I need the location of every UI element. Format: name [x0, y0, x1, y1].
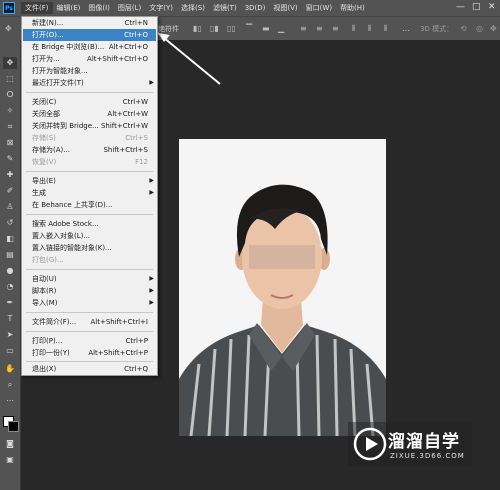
menu-item-close[interactable]: 关闭(C) Ctrl+W: [23, 96, 156, 108]
submenu-arrow-icon: ▶: [149, 299, 154, 306]
menu-item-share-on-behance[interactable]: 在 Behance 上共享(D)...: [23, 199, 156, 211]
file-menu-dropdown: 新建(N)... Ctrl+N 打开(O)... Ctrl+O 在 Bridge 中…: [21, 16, 158, 376]
watermark-title: 溜溜自学: [388, 432, 460, 452]
submenu-arrow-icon: ▶: [149, 287, 154, 294]
menu-item-automate[interactable]: 自动(U) ▶: [23, 273, 156, 285]
menu-item-close-and-go-to-bridge[interactable]: 关闭并转到 Bridge... Shift+Ctrl+W: [23, 120, 156, 132]
menu-item-import[interactable]: 导入(M) ▶: [23, 297, 156, 309]
submenu-arrow-icon: ▶: [149, 79, 154, 86]
menu-item-print-one-copy[interactable]: 打印一份(Y) Alt+Shift+Ctrl+P: [23, 347, 156, 359]
menu-item-export[interactable]: 导出(E) ▶: [23, 175, 156, 187]
menu-item-generate[interactable]: 生成 ▶: [23, 187, 156, 199]
menu-item-open[interactable]: 打开(O)... Ctrl+O: [23, 29, 156, 41]
menu-item-open-as[interactable]: 打开为... Alt+Shift+Ctrl+O: [23, 53, 156, 65]
menu-item-browse-in-bridge[interactable]: 在 Bridge 中浏览(B)... Alt+Ctrl+O: [23, 41, 156, 53]
menu-separator: [26, 171, 153, 172]
menu-item-file-info[interactable]: 文件简介(F)... Alt+Shift+Ctrl+I: [23, 316, 156, 328]
menu-item-close-all[interactable]: 关闭全部 Alt+Ctrl+W: [23, 108, 156, 120]
menu-item-print[interactable]: 打印(P)... Ctrl+P: [23, 335, 156, 347]
menu-item-place-embedded[interactable]: 置入嵌入对象(L)...: [23, 230, 156, 242]
menu-item-open-as-smart-object[interactable]: 打开为智能对象...: [23, 65, 156, 77]
play-logo-icon: [353, 427, 387, 461]
menu-separator: [26, 312, 153, 313]
menu-separator: [26, 361, 153, 362]
menu-item-scripts[interactable]: 脚本(R) ▶: [23, 285, 156, 297]
menu-separator: [26, 92, 153, 93]
menu-item-open-recent[interactable]: 最近打开文件(T) ▶: [23, 77, 156, 89]
menu-item-place-linked[interactable]: 置入链接的智能对象(K)...: [23, 242, 156, 254]
menu-item-package[interactable]: 打包(G)...: [23, 254, 156, 266]
menu-separator: [26, 269, 153, 270]
menu-separator: [26, 214, 153, 215]
menu-item-revert[interactable]: 恢复(V) F12: [23, 156, 156, 168]
submenu-arrow-icon: ▶: [149, 177, 154, 184]
menu-item-new[interactable]: 新建(N)... Ctrl+N: [23, 17, 156, 29]
submenu-arrow-icon: ▶: [149, 275, 154, 282]
watermark: 溜溜自学 ZIXUE.3D66.COM: [348, 422, 472, 466]
menu-item-save-as[interactable]: 存储为(A)... Shift+Ctrl+S: [23, 144, 156, 156]
menu-item-exit[interactable]: 退出(X) Ctrl+Q: [23, 363, 156, 375]
menu-item-save[interactable]: 存储(S) Ctrl+S: [23, 132, 156, 144]
submenu-arrow-icon: ▶: [149, 189, 154, 196]
menu-separator: [26, 331, 153, 332]
menu-item-search-adobe-stock[interactable]: 搜索 Adobe Stock...: [23, 218, 156, 230]
watermark-subtitle: ZIXUE.3D66.COM: [390, 452, 465, 460]
